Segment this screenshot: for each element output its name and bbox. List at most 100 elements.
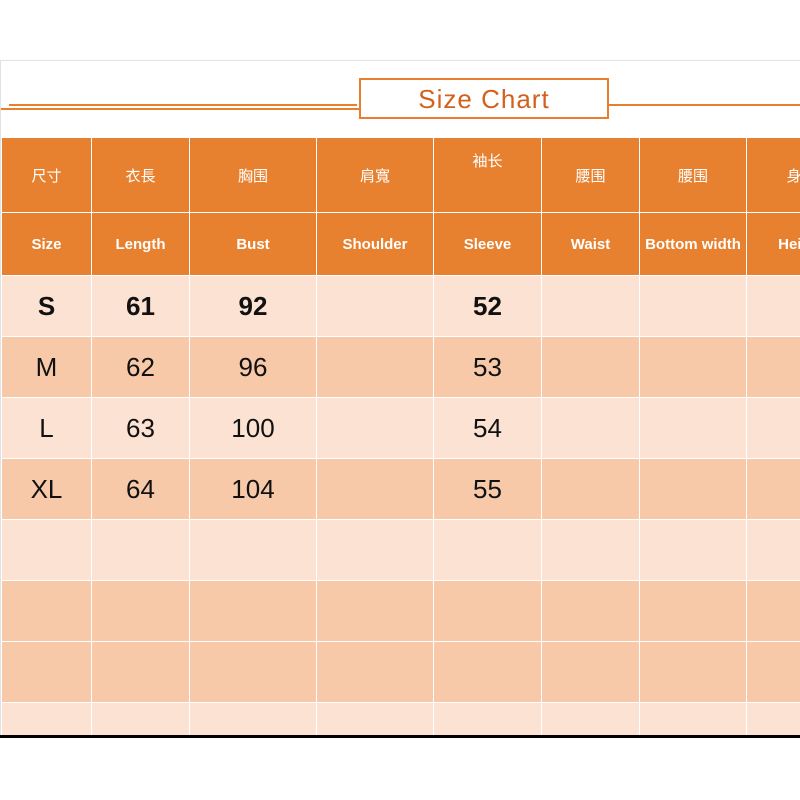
table-row: M 62 96 53 [1,336,800,398]
table-row: S 61 92 52 [1,275,800,337]
header-cell-en-5: Waist [541,212,640,276]
table-cell [639,397,747,459]
header-cell-cn-7: 身高 [746,137,800,213]
table-cell [639,702,747,738]
table-cell [91,641,190,703]
table-cell [433,519,542,581]
header-cell-cn-6: 腰围 [639,137,747,213]
table-cell [541,275,640,337]
table-cell: M [1,336,92,398]
table-cell: 53 [433,336,542,398]
table-cell [91,519,190,581]
table-cell [1,519,92,581]
table-cell [746,580,800,642]
header-cell-en-2: Bust [189,212,317,276]
table-row [1,580,800,642]
table-cell [1,641,92,703]
table-cell [639,580,747,642]
table-row [1,641,800,703]
header-cell-cn-5: 腰围 [541,137,640,213]
header-cell-cn-1: 衣長 [91,137,190,213]
table-cell [746,519,800,581]
table-cell [91,580,190,642]
table-cell [316,458,434,520]
header-cell-en-0: Size [1,212,92,276]
header-cell-en-7: Height [746,212,800,276]
table-cell: 52 [433,275,542,337]
header-cell-cn-3: 肩寬 [316,137,434,213]
table-cell: 100 [189,397,317,459]
header-cell-en-6: Bottom width [639,212,747,276]
table-cell: 92 [189,275,317,337]
table-cell [91,702,190,738]
title-rule-left-lower [1,108,361,110]
table-cell [541,397,640,459]
table-cell [189,519,317,581]
table-cell [316,275,434,337]
table-cell [746,458,800,520]
page-title: Size Chart [418,83,550,114]
table-cell: 96 [189,336,317,398]
table-cell: 64 [91,458,190,520]
size-table: 尺寸衣長胸围肩寬袖长腰围腰围身高SizeLengthBustShoulderSl… [1,137,800,738]
table-cell: L [1,397,92,459]
table-cell [316,580,434,642]
table-row: XL 64 104 55 [1,458,800,520]
table-cell [189,702,317,738]
table-cell: 61 [91,275,190,337]
size-chart-page: Size Chart 尺寸衣長胸围肩寬袖长腰围腰围身高SizeLengthBus… [0,0,800,800]
header-row-cn: 尺寸衣長胸围肩寬袖长腰围腰围身高 [1,137,800,213]
table-cell [746,702,800,738]
title-box: Size Chart [359,78,609,119]
table-cell [541,519,640,581]
header-cell-cn-2: 胸围 [189,137,317,213]
table-cell [316,641,434,703]
table-cell [746,397,800,459]
table-cell [746,336,800,398]
table-cell [639,275,747,337]
table-row [1,519,800,581]
header-cell-cn-0: 尺寸 [1,137,92,213]
table-cell [1,580,92,642]
table-cell: 54 [433,397,542,459]
header-cell-cn-4: 袖长 [433,137,542,213]
table-row: L 63 100 54 [1,397,800,459]
table-bottom-rule [0,735,800,738]
table-cell [541,702,640,738]
table-cell [746,641,800,703]
table-cell: XL [1,458,92,520]
table-cell [541,458,640,520]
table-cell [433,702,542,738]
table-cell [541,580,640,642]
table-cell [316,702,434,738]
header-row-en: Size Length Bust Shoulder Sleeve Waist Bottom … [1,212,800,276]
header-cell-en-1: Length [91,212,190,276]
table-cell [639,336,747,398]
table-cell: 104 [189,458,317,520]
table-cell: 62 [91,336,190,398]
table-cell [316,519,434,581]
table-cell [541,641,640,703]
table-cell [433,580,542,642]
table-cell [746,275,800,337]
title-rule-right [605,104,800,106]
size-table-container: 尺寸衣長胸围肩寬袖长腰围腰围身高SizeLengthBustShoulderSl… [1,137,800,738]
table-cell [541,336,640,398]
table-cell [433,641,542,703]
table-cell [639,641,747,703]
table-cell [316,336,434,398]
header-cell-en-3: Shoulder [316,212,434,276]
header-cell-en-4: Sleeve [433,212,542,276]
table-cell [189,580,317,642]
table-cell [1,702,92,738]
title-band: Size Chart [1,61,800,137]
title-rule-left-upper [9,104,357,106]
table-cell [316,397,434,459]
table-cell [189,641,317,703]
content-panel: Size Chart 尺寸衣長胸围肩寬袖长腰围腰围身高SizeLengthBus… [0,60,800,738]
table-cell: 63 [91,397,190,459]
table-cell: 55 [433,458,542,520]
table-cell [639,519,747,581]
table-row [1,702,800,738]
table-cell [639,458,747,520]
